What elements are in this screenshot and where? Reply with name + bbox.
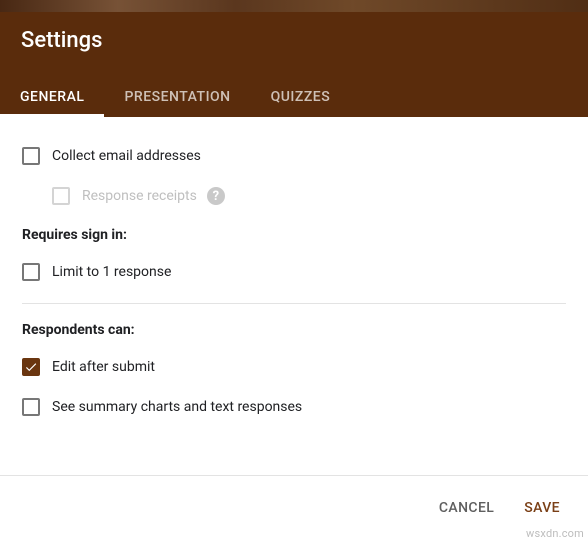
- option-label: Limit to 1 response: [52, 264, 171, 280]
- tab-general[interactable]: GENERAL: [0, 89, 104, 117]
- checkbox-see-summary[interactable]: [22, 398, 40, 416]
- dialog-title: Settings: [21, 28, 102, 53]
- save-button[interactable]: SAVE: [524, 500, 560, 516]
- checkbox-collect-email[interactable]: [22, 147, 40, 165]
- tab-quizzes[interactable]: QUIZZES: [251, 89, 351, 117]
- dialog-footer: CANCEL SAVE: [0, 475, 588, 516]
- cancel-button[interactable]: CANCEL: [439, 500, 494, 516]
- option-collect-email: Collect email addresses: [22, 147, 566, 165]
- dialog-content: Collect email addresses Response receipt…: [0, 117, 588, 416]
- tab-presentation[interactable]: PRESENTATION: [104, 89, 250, 117]
- watermark: wsxdn.com: [526, 527, 584, 540]
- option-label: Response receipts: [82, 188, 197, 204]
- checkbox-limit1[interactable]: [22, 263, 40, 281]
- separator: [22, 303, 566, 304]
- option-label: See summary charts and text responses: [52, 399, 302, 415]
- check-icon: [24, 360, 38, 374]
- tabs: GENERAL PRESENTATION QUIZZES: [0, 69, 350, 117]
- option-limit1: Limit to 1 response: [22, 263, 566, 281]
- option-edit-after-submit: Edit after submit: [22, 358, 566, 376]
- option-see-summary: See summary charts and text responses: [22, 398, 566, 416]
- section-signin: Requires sign in:: [22, 227, 566, 243]
- dialog-header: Settings GENERAL PRESENTATION QUIZZES: [0, 0, 588, 117]
- checkbox-edit-after-submit[interactable]: [22, 358, 40, 376]
- checkbox-response-receipts: [52, 187, 70, 205]
- help-icon[interactable]: ?: [207, 187, 225, 205]
- option-label: Edit after submit: [52, 359, 155, 375]
- option-response-receipts: Response receipts ?: [52, 187, 566, 205]
- option-label: Collect email addresses: [52, 148, 201, 164]
- section-respondents: Respondents can:: [22, 322, 566, 338]
